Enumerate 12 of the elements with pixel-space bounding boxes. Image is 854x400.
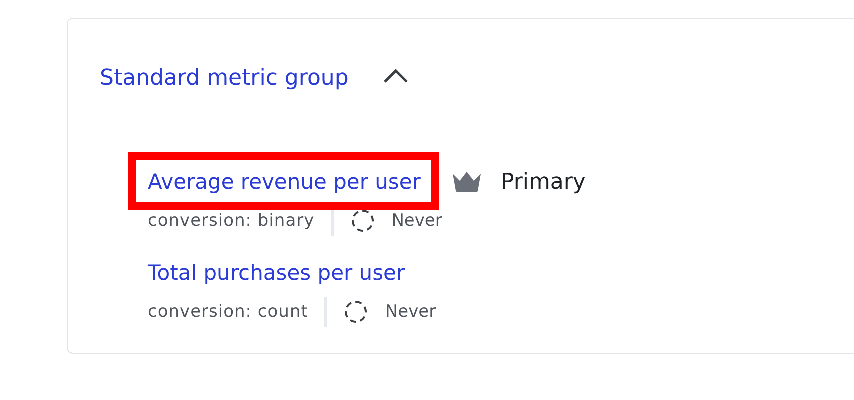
chevron-icon[interactable] [382, 68, 409, 84]
schedule-icon [352, 210, 374, 232]
schedule-icon [345, 301, 368, 323]
schedule-label: Never [392, 211, 442, 231]
conversion-type: conversion: binary [148, 211, 315, 231]
crown-icon [450, 171, 483, 193]
schedule-label: Never [385, 302, 436, 322]
primary-label: Primary [500, 170, 586, 194]
conversion-type: conversion: count [148, 302, 308, 322]
metric-name[interactable]: Total purchases per user [148, 261, 406, 285]
metric-name[interactable]: Average revenue per user [148, 170, 421, 194]
group-title[interactable]: Standard metric group [100, 66, 349, 90]
